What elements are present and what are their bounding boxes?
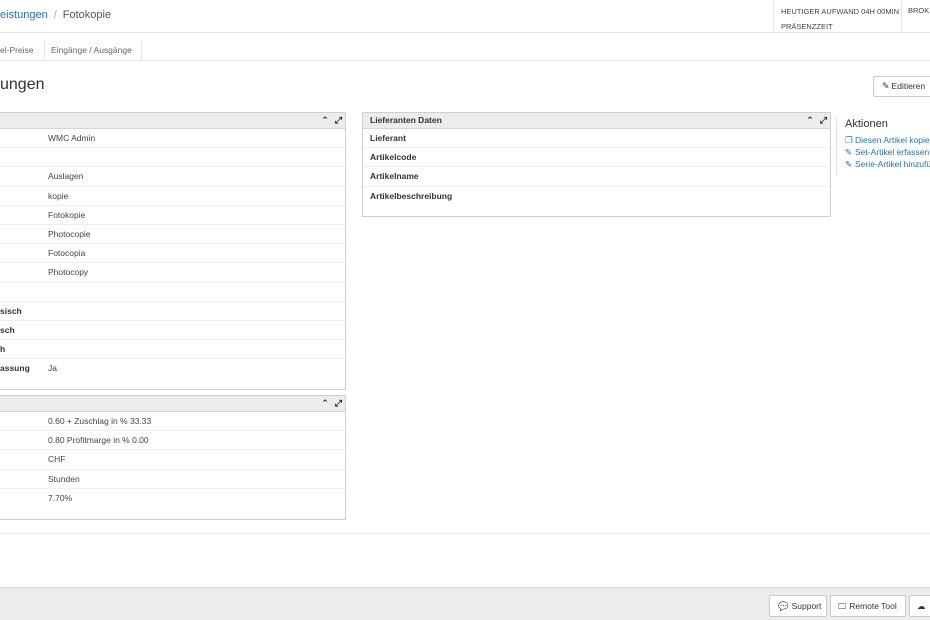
edit-button-label: Editieren (891, 81, 926, 91)
cloud-upload-button[interactable]: ☁ (909, 595, 930, 617)
presence-time: PRÄSENZZEIT (781, 22, 833, 31)
top-bar: eistungen / Fotokopie HEUTIGER AUFWAND 04H… (0, 0, 930, 33)
table-row: Artikelbeschreibung (363, 187, 830, 206)
table-row (0, 283, 345, 302)
expand-icon[interactable]: ⤢ (820, 113, 827, 128)
panel-supplier-header: Lieferanten Daten ⌃ ⤢ (363, 113, 830, 129)
table-row: Stunden (0, 470, 345, 489)
table-row: sch (0, 321, 345, 341)
page-title: ungen (0, 76, 45, 93)
effort-today: HEUTIGER AUFWAND 04H 00MIN (781, 7, 900, 16)
row-value: Fotocopia (48, 248, 86, 259)
breadcrumb-link[interactable]: eistungen (0, 9, 48, 21)
content-divider (0, 533, 930, 534)
row-label: Lieferant (370, 133, 406, 143)
table-row: Auslagen (0, 167, 345, 187)
table-row: Artikelcode (363, 148, 830, 168)
table-row: Fotokopie (0, 206, 345, 225)
table-row: sisch (0, 302, 345, 321)
table-row: 0.80 Profitmarge in % 0.00 (0, 431, 345, 451)
support-button[interactable]: 💬 Support (769, 595, 827, 617)
row-value: WMC Admin (48, 133, 96, 143)
panel-price-header: ⌃ ⤢ (0, 396, 345, 412)
user-menu[interactable]: BROK (908, 6, 929, 15)
actions-title: Aktionen (845, 118, 888, 130)
cloud-icon: ☁ (917, 601, 926, 611)
panel-supplier-title: Lieferanten Daten (370, 115, 442, 125)
expand-icon[interactable]: ⤢ (335, 113, 342, 128)
chat-icon: 💬 (778, 601, 789, 611)
panel-basic-header: ⌃ ⤢ (0, 113, 345, 129)
table-row: Lieferant (363, 129, 830, 149)
collapse-icon[interactable]: ⌃ (321, 113, 329, 128)
footer-bar: 💬 Support 🖵 Remote Tool ☁ (0, 587, 930, 620)
breadcrumb: eistungen / Fotokopie (0, 9, 111, 21)
row-value: Fotokopie (48, 209, 86, 220)
panel-price-data: ⌃ ⤢ 0.60 + Zuschlag in % 33.33 0.80 Profi… (0, 395, 346, 520)
action-add-series-article[interactable]: ✎ Serie-Artikel hinzufü (845, 158, 930, 170)
row-value: Photocopy (48, 267, 89, 278)
row-value: Auslagen (48, 171, 84, 182)
table-row: 0.60 + Zuschlag in % 33.33 (0, 412, 345, 432)
table-row: h (0, 340, 345, 360)
panel-basic-data: ⌃ ⤢ WMC Admin Auslagen kopie Fotokopie Photo… (0, 112, 346, 390)
pencil-icon: ✎ (882, 81, 890, 91)
remote-tool-button[interactable]: 🖵 Remote Tool (830, 595, 906, 617)
actions-box: Aktionen ❐ Diesen Artikel kopie ✎ Set-Arti… (836, 118, 930, 176)
row-label: sch (0, 324, 15, 335)
panel-supplier-rows: Lieferant Artikelcode Artikelname Artikelbe… (363, 129, 830, 206)
row-label: Artikelcode (370, 152, 417, 163)
row-label: Artikelbeschreibung (370, 190, 453, 201)
row-value: Stunden (48, 473, 80, 484)
expand-icon[interactable]: ⤢ (335, 396, 342, 411)
action-series-label: Serie-Artikel hinzufü (855, 159, 930, 169)
tab-prices[interactable]: el-Preise (0, 40, 45, 61)
collapse-icon[interactable]: ⌃ (806, 113, 814, 128)
table-row: kopie (0, 187, 345, 206)
row-value: kopie (48, 190, 69, 201)
copy-icon: ❐ (845, 135, 853, 145)
collapse-icon[interactable]: ⌃ (321, 396, 329, 411)
panel-supplier-data: Lieferanten Daten ⌃ ⤢ Lieferant Artikelco… (362, 112, 831, 217)
table-row: Photocopy (0, 263, 345, 283)
effort-widget[interactable]: HEUTIGER AUFWAND 04H 00MIN PRÄSENZZEIT (773, 0, 902, 33)
action-copy-article[interactable]: ❐ Diesen Artikel kopie (845, 134, 930, 146)
edit-button[interactable]: ✎ Editieren (873, 76, 930, 97)
table-row: WMC Admin (0, 129, 345, 149)
row-value: 7.70% (48, 492, 73, 503)
action-create-set-article[interactable]: ✎ Set-Artikel erfassen (845, 146, 930, 158)
table-row: assung Ja (0, 359, 345, 378)
remote-tool-label: Remote Tool (849, 601, 897, 611)
panel-price-rows: 0.60 + Zuschlag in % 33.33 0.80 Profitmar… (0, 412, 345, 508)
table-row: 7.70% (0, 489, 345, 508)
row-value: CHF (48, 454, 66, 465)
monitor-icon: 🖵 (838, 601, 847, 611)
table-row: CHF (0, 450, 345, 470)
table-row: Fotocopia (0, 244, 345, 264)
row-value: Ja (48, 363, 57, 374)
table-row: Photocopie (0, 225, 345, 245)
support-label: Support (791, 601, 822, 611)
breadcrumb-current: Fotokopie (62, 9, 112, 21)
row-label: h (0, 344, 6, 355)
tab-bar: el-Preise Eingänge / Ausgänge (0, 40, 930, 61)
table-row (0, 148, 345, 168)
row-label: sisch (0, 305, 22, 316)
row-value: Photocopie (48, 228, 91, 239)
edit-icon: ✎ (845, 159, 853, 169)
table-row: Artikelname (363, 167, 830, 187)
row-value: 0.60 + Zuschlag in % 33.33 (48, 416, 152, 426)
edit-icon: ✎ (845, 147, 853, 157)
breadcrumb-separator: / (53, 9, 57, 21)
panel-basic-rows: WMC Admin Auslagen kopie Fotokopie Photocopi… (0, 129, 345, 378)
row-value: 0.80 Profitmarge in % 0.00 (48, 435, 149, 446)
tab-inputs-outputs[interactable]: Eingänge / Ausgänge (41, 40, 142, 61)
row-label: Artikelname (370, 171, 419, 182)
action-copy-label: Diesen Artikel kopie (855, 135, 930, 145)
action-set-label: Set-Artikel erfassen (855, 147, 930, 157)
row-label: assung (0, 363, 30, 374)
